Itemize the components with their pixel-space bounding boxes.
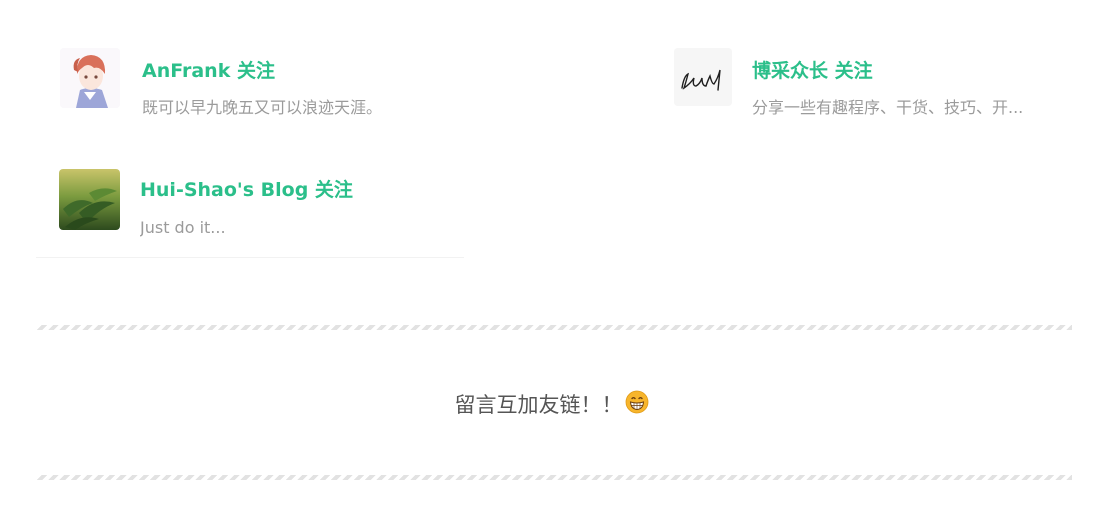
friend-name[interactable]: Hui-Shao's Blog 关注 xyxy=(140,178,353,202)
striped-divider-bottom xyxy=(36,475,1072,480)
signature-avatar[interactable] xyxy=(674,48,732,106)
friend-link-message: 留言互加友链！！ xyxy=(0,390,1103,422)
friend-description: 分享一些有趣程序、干货、技巧、开... xyxy=(752,98,1024,117)
friend-name[interactable]: 博采众长 关注 xyxy=(752,59,873,83)
green-leaves-avatar[interactable] xyxy=(59,169,120,230)
card-divider xyxy=(36,257,464,258)
friend-card-anfrank[interactable]: AnFrank 关注 既可以早九晚五又可以浪迹天涯。 xyxy=(36,40,466,130)
anime-boy-avatar[interactable] xyxy=(60,48,120,108)
friend-description: 既可以早九晚五又可以浪迹天涯。 xyxy=(142,98,383,117)
friend-name[interactable]: AnFrank 关注 xyxy=(142,59,275,83)
message-text: 留言互加友链！！ xyxy=(454,393,623,417)
friend-card-hui-shao[interactable]: Hui-Shao's Blog 关注 Just do it... xyxy=(36,160,466,257)
striped-divider-top xyxy=(36,325,1072,330)
friend-description: Just do it... xyxy=(140,218,226,237)
friend-card-bocaizhongchang[interactable]: 博采众长 关注 分享一些有趣程序、干货、技巧、开... xyxy=(640,40,1070,130)
grinning-face-icon xyxy=(625,390,649,422)
